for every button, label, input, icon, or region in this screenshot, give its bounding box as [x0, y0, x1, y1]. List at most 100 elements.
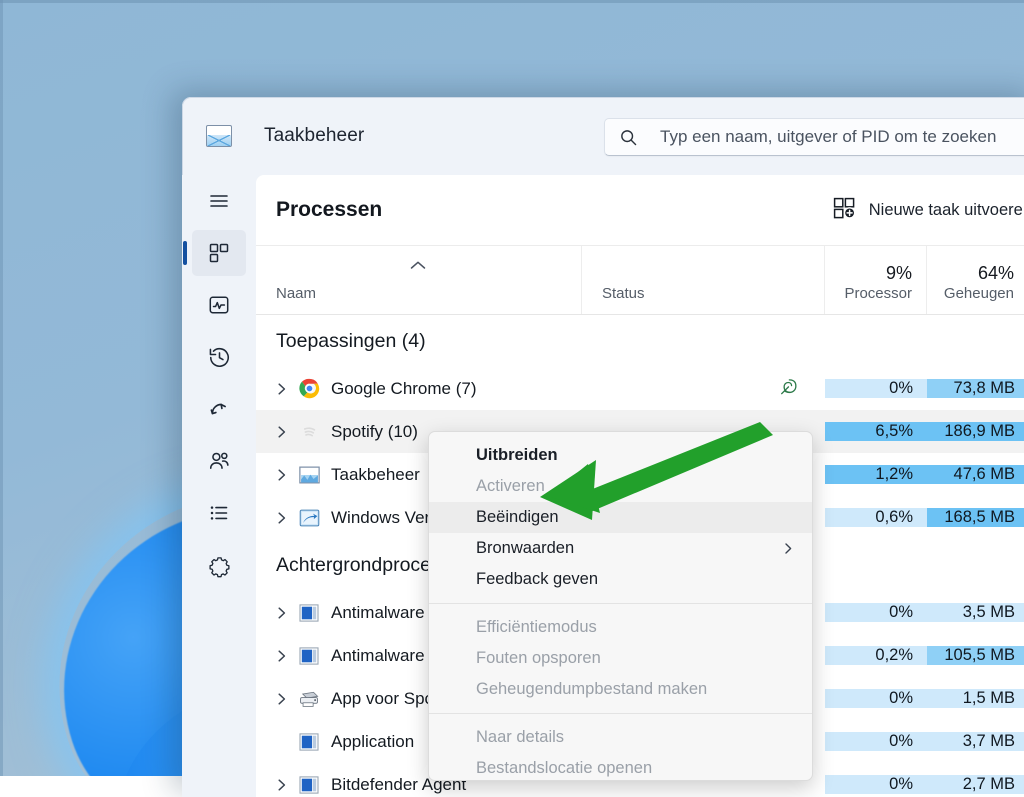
expand-chevron-icon[interactable] [276, 382, 298, 396]
process-name-label: Application [331, 732, 414, 752]
expand-chevron-icon[interactable] [276, 606, 298, 620]
search-icon [619, 128, 638, 147]
menu-item-label: Bestandslocatie openen [476, 759, 652, 778]
process-name-label: Taakbeheer [331, 465, 420, 485]
process-memory-cell: 1,5 MB [927, 689, 1024, 708]
column-header-status-label: Status [602, 283, 824, 306]
menu-item-label: Beëindigen [476, 508, 559, 527]
expand-chevron-icon[interactable] [276, 778, 298, 792]
services-icon [207, 553, 232, 578]
menu-item-feedback-geven[interactable]: Feedback geven [429, 564, 812, 595]
chevron-right-icon [783, 542, 794, 555]
column-header-name-label: Naam [276, 283, 581, 306]
menu-item-label: Fouten opsporen [476, 649, 601, 668]
new-task-icon [833, 197, 857, 224]
chrome-icon [298, 378, 320, 400]
process-cpu-cell: 0% [825, 732, 927, 751]
app-window-icon [298, 602, 320, 624]
printer-icon [298, 688, 320, 710]
sidebar [182, 175, 256, 797]
process-cpu-cell: 6,5% [825, 422, 927, 441]
process-cpu-cell: 0% [825, 689, 927, 708]
process-memory-cell: 2,7 MB [927, 775, 1024, 794]
search-box[interactable] [604, 118, 1024, 156]
screen-edge-left [0, 0, 3, 776]
task-manager-icon [206, 125, 232, 147]
menu-item-fouten-opsporen: Fouten opsporen [429, 643, 812, 674]
menu-item-activeren: Activeren [429, 471, 812, 502]
selection-indicator [183, 241, 187, 265]
menu-separator [429, 713, 812, 714]
process-memory-cell: 47,6 MB [927, 465, 1024, 484]
sidebar-item-opstart-apps[interactable] [182, 383, 256, 435]
column-header-memory-label: Geheugen [944, 283, 1014, 306]
menu-item-label: Geheugendumpbestand maken [476, 680, 707, 699]
menu-item-label: Efficiëntiemodus [476, 618, 597, 637]
app-window-icon [298, 774, 320, 796]
menu-item-uitbreiden[interactable]: Uitbreiden [429, 440, 812, 471]
sidebar-item-gebruikers[interactable] [182, 435, 256, 487]
app-window-icon [298, 645, 320, 667]
table-row[interactable]: Google Chrome (7) 0%73,8 MB [256, 367, 1024, 410]
sidebar-item-prestaties[interactable] [182, 279, 256, 331]
menu-item-effici-ntiemodus: Efficiëntiemodus [429, 612, 812, 643]
search-input[interactable] [660, 127, 1024, 147]
menu-item-label: Naar details [476, 728, 564, 747]
expand-chevron-icon[interactable] [276, 468, 298, 482]
app-window-icon [298, 731, 320, 753]
menu-item-label: Uitbreiden [476, 446, 558, 465]
process-cpu-cell: 0,6% [825, 508, 927, 527]
menu-item-label: Activeren [476, 477, 545, 496]
column-header-memory[interactable]: 64% Geheugen [927, 246, 1024, 314]
process-group-title: Toepassingen (4) [256, 330, 426, 353]
table-header-row: Naam Status 9% Processor 64% Geheugen [256, 245, 1024, 315]
column-header-cpu-label: Processor [844, 283, 912, 306]
page-header: Processen Nieuwe taak uitvoeren [256, 175, 1024, 245]
expand-chevron-icon[interactable] [276, 649, 298, 663]
process-memory-cell: 105,5 MB [927, 646, 1024, 665]
sidebar-item-details[interactable] [182, 487, 256, 539]
process-cpu-cell: 0,2% [825, 646, 927, 665]
app-title: Taakbeheer [264, 125, 364, 147]
hamburger-menu-icon [207, 189, 231, 213]
menu-item-naar-details: Naar details [429, 722, 812, 753]
menu-item-bronwaarden[interactable]: Bronwaarden [429, 533, 812, 564]
sidebar-item-app-geschiedenis[interactable] [182, 331, 256, 383]
page-title: Processen [276, 198, 382, 222]
expand-chevron-icon[interactable] [276, 511, 298, 525]
app-history-icon [207, 345, 232, 370]
startup-apps-icon [207, 397, 232, 422]
new-task-button[interactable]: Nieuwe taak uitvoeren [823, 189, 1024, 232]
process-cpu-cell: 1,2% [825, 465, 927, 484]
sidebar-item-services[interactable] [182, 539, 256, 591]
menu-separator [429, 603, 812, 604]
column-header-name[interactable]: Naam [256, 246, 582, 314]
expand-chevron-icon[interactable] [276, 692, 298, 706]
process-status-cell [582, 376, 825, 402]
menu-item-geheugendumpbestand-maken: Geheugendumpbestand maken [429, 674, 812, 705]
column-header-cpu[interactable]: 9% Processor [825, 246, 927, 314]
menu-item-bestandslocatie-openen: Bestandslocatie openen [429, 753, 812, 781]
menu-item-label: Feedback geven [476, 570, 598, 589]
process-name-cell: Google Chrome (7) [256, 378, 582, 400]
memory-total-percent: 64% [978, 264, 1014, 283]
process-memory-cell: 3,5 MB [927, 603, 1024, 622]
column-header-status[interactable]: Status [582, 246, 825, 314]
process-cpu-cell: 0% [825, 379, 927, 398]
expand-chevron-icon[interactable] [276, 425, 298, 439]
users-icon [207, 449, 232, 474]
menu-item-be-indigen[interactable]: Beëindigen [429, 502, 812, 533]
process-cpu-cell: 0% [825, 775, 927, 794]
sidebar-item-menu[interactable] [182, 175, 256, 227]
process-group-header[interactable]: Toepassingen (4) [256, 315, 1024, 367]
process-name-label: Google Chrome (7) [331, 379, 477, 399]
context-menu: Uitbreiden Activeren Beëindigen Bronwaarden… [428, 431, 813, 781]
sort-ascending-icon [409, 258, 427, 276]
details-icon [207, 501, 231, 525]
process-memory-cell: 73,8 MB [927, 379, 1024, 398]
screen-edge-top [0, 0, 1024, 3]
title-bar: Taakbeheer [182, 97, 1024, 175]
new-task-label: Nieuwe taak uitvoeren [869, 201, 1024, 220]
performance-icon [207, 293, 231, 317]
sidebar-item-processen[interactable] [182, 227, 256, 279]
